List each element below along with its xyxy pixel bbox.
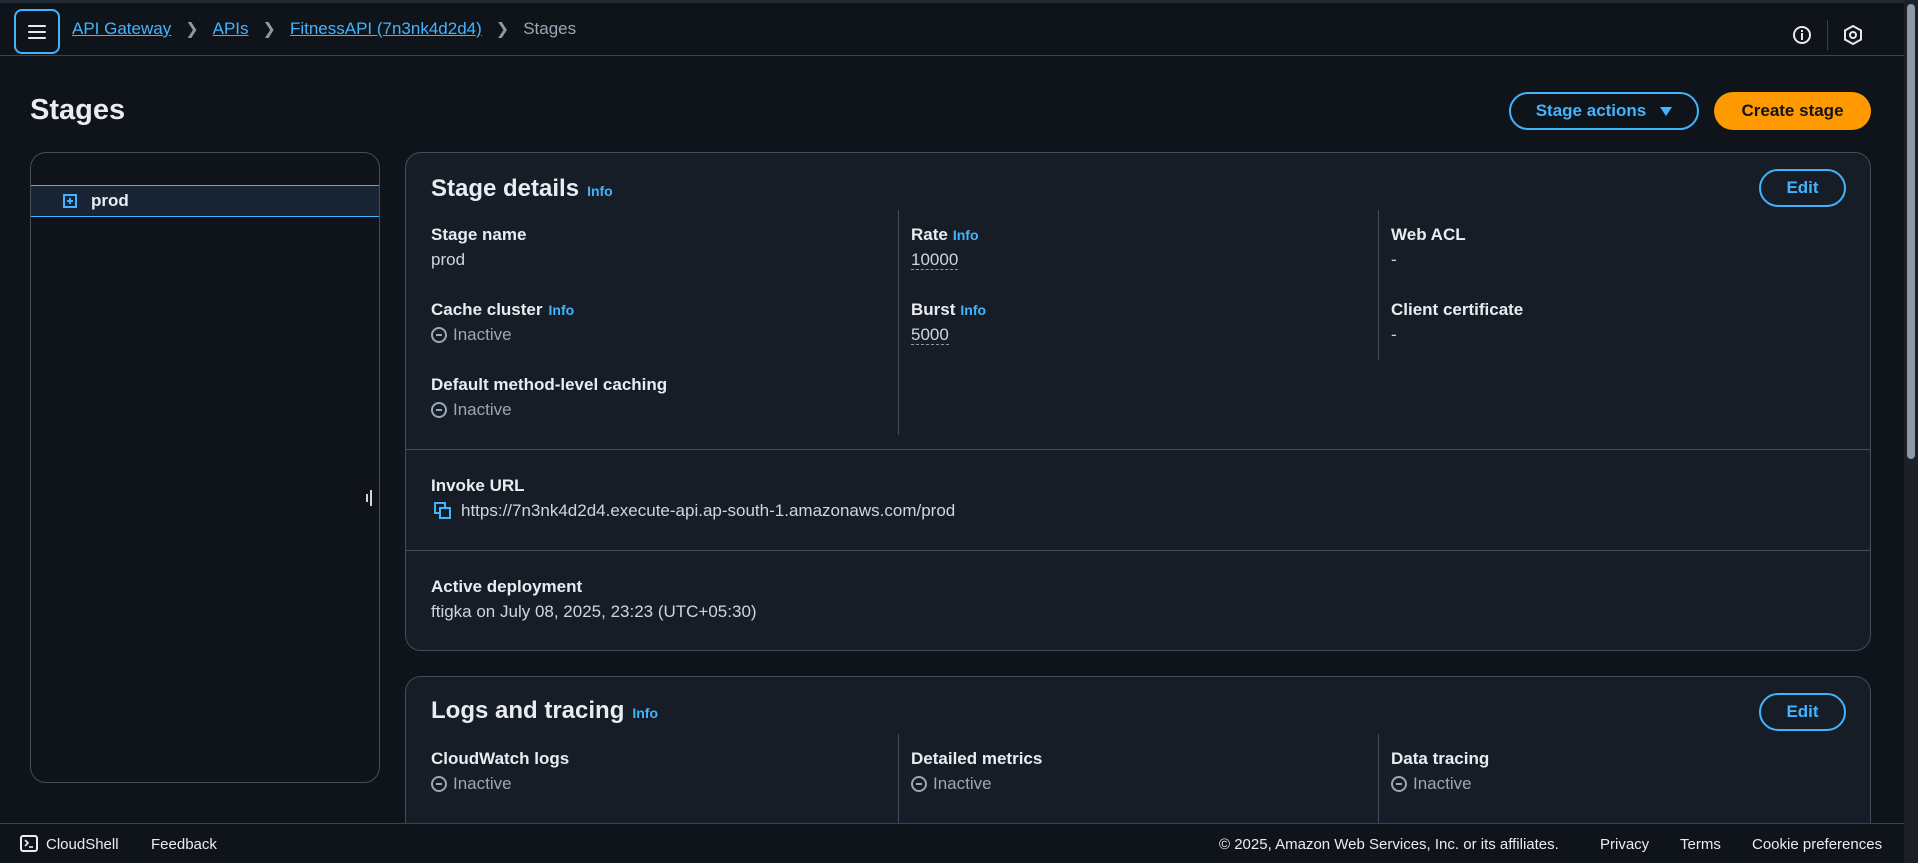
burst-value: 5000 [911,325,949,345]
menu-icon [28,24,46,39]
cookie-preferences-link[interactable]: Cookie preferences [1752,836,1882,853]
web-acl-label: Web ACL [1391,225,1466,244]
stage-actions-button[interactable]: Stage actions [1509,92,1699,130]
rate-label: Rate Info [911,225,979,245]
inactive-status-icon [431,327,447,343]
top-utility-icons [1791,20,1864,50]
logs-tracing-card: Logs and tracing Info Edit CloudWatch log… [405,676,1871,836]
stage-details-card: Stage details Info Edit Stage name prod C… [405,152,1871,651]
default-caching-value: Inactive [453,400,512,419]
feedback-link[interactable]: Feedback [151,836,217,853]
privacy-link[interactable]: Privacy [1600,836,1649,853]
resize-handle[interactable] [366,490,376,506]
rate-info-link[interactable]: Info [953,227,979,243]
rate-label-text: Rate [911,225,948,244]
sidebar-item-label: prod [91,191,129,210]
page-scrollbar[interactable] [1904,0,1918,863]
stage-details-title: Stage details Info [431,175,613,203]
cache-cluster-status: Inactive [431,325,512,345]
stage-name-label: Stage name [431,225,527,244]
menu-button[interactable] [14,9,60,54]
footer: CloudShell Feedback © 2025, Amazon Web S… [0,823,1904,863]
breadcrumb-apis[interactable]: APIs [213,19,249,39]
cloudshell-link[interactable]: CloudShell [46,836,119,853]
detailed-metrics-value: Inactive [933,774,992,793]
logs-tracing-info-link[interactable]: Info [632,705,658,721]
logs-tracing-title: Logs and tracing Info [431,697,658,725]
copy-icon[interactable] [434,502,454,522]
section-divider [406,449,1870,450]
client-certificate-label: Client certificate [1391,300,1524,319]
inactive-status-icon [431,402,447,418]
stage-name-value: prod [431,250,466,269]
cloudwatch-logs-status: Inactive [431,774,512,794]
cache-cluster-label: Cache cluster Info [431,300,574,320]
chevron-right-icon: ❯ [495,21,510,38]
cache-cluster-value: Inactive [453,325,512,344]
top-navigation: API Gateway ❯ APIs ❯ FitnessAPI (7n3nk4d… [0,0,1904,56]
sidebar-item-prod[interactable]: prod [31,185,379,217]
rate-value: 10000 [911,250,959,270]
terms-link[interactable]: Terms [1680,836,1721,853]
column-divider [1378,734,1379,834]
settings-hex-icon[interactable] [1842,24,1864,46]
burst-label: Burst Info [911,300,986,320]
default-caching-status: Inactive [431,400,512,420]
cache-cluster-label-text: Cache cluster [431,300,543,319]
client-certificate-value: - [1391,325,1397,344]
stage-details-heading: Stage details [431,175,580,202]
caret-down-icon [1660,106,1673,116]
cache-cluster-info-link[interactable]: Info [549,302,575,318]
breadcrumb-fitness-api[interactable]: FitnessAPI (7n3nk4d2d4) [290,19,482,39]
section-divider [406,550,1870,551]
logs-tracing-heading: Logs and tracing [431,697,625,724]
scrollbar-thumb[interactable] [1907,4,1915,459]
burst-label-text: Burst [911,300,956,319]
column-divider [898,210,899,435]
copyright-text: © 2025, Amazon Web Services, Inc. or its… [1219,836,1559,853]
chevron-right-icon: ❯ [185,21,199,38]
stage-tree-panel: prod [30,152,380,783]
data-tracing-value: Inactive [1413,774,1472,793]
column-divider [898,734,899,834]
burst-info-link[interactable]: Info [960,302,986,318]
divider [1827,20,1828,50]
detailed-metrics-status: Inactive [911,774,992,794]
invoke-url-label: Invoke URL [431,476,525,495]
breadcrumb-current: Stages [523,19,577,38]
cloudshell-icon[interactable] [20,835,38,852]
inactive-status-icon [431,776,447,792]
stage-details-info-link[interactable]: Info [587,183,613,199]
column-divider [1378,210,1379,360]
data-tracing-label: Data tracing [1391,749,1490,768]
data-tracing-status: Inactive [1391,774,1472,794]
active-deployment-label: Active deployment [431,577,583,596]
info-circle-icon[interactable] [1791,24,1813,46]
breadcrumb-api-gateway[interactable]: API Gateway [72,19,171,39]
default-caching-label: Default method-level caching [431,375,668,394]
inactive-status-icon [1391,776,1407,792]
create-stage-button[interactable]: Create stage [1714,92,1871,130]
breadcrumb: API Gateway ❯ APIs ❯ FitnessAPI (7n3nk4d… [72,19,576,39]
edit-logs-button[interactable]: Edit [1759,693,1846,731]
expand-plus-icon[interactable] [63,194,77,208]
chevron-right-icon: ❯ [262,21,276,38]
web-acl-value: - [1391,250,1397,269]
active-deployment-value: ftigka on July 08, 2025, 23:23 (UTC+05:3… [431,602,757,621]
detailed-metrics-label: Detailed metrics [911,749,1043,768]
stage-actions-label: Stage actions [1535,101,1647,120]
burst-value-text: 5000 [911,325,949,345]
invoke-url-value[interactable]: https://7n3nk4d2d4.execute-api.ap-south-… [461,501,955,521]
edit-stage-details-button[interactable]: Edit [1759,169,1846,207]
cloudwatch-logs-label: CloudWatch logs [431,749,570,768]
cloudwatch-logs-value: Inactive [453,774,512,793]
page-title: Stages [30,94,126,126]
rate-value-text: 10000 [911,250,959,270]
inactive-status-icon [911,776,927,792]
